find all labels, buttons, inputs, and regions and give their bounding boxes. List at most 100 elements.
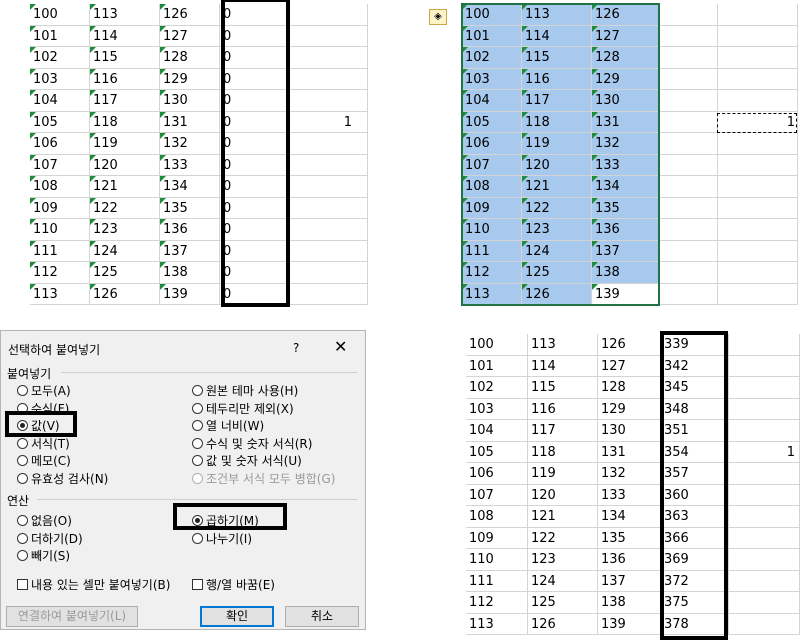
cell[interactable]: 118 [522,111,592,133]
cell[interactable]: 0 [220,47,288,69]
cell[interactable]: 133 [598,484,661,506]
cell[interactable]: 134 [598,506,661,528]
cell[interactable]: 128 [592,47,660,69]
cell[interactable]: 118 [90,111,160,133]
cell[interactable]: 117 [522,90,592,112]
cell[interactable]: 107 [462,154,522,176]
cell[interactable]: 107 [30,154,90,176]
cell[interactable]: 126 [528,613,598,635]
cell[interactable] [718,197,798,219]
cell[interactable]: 126 [598,334,661,356]
cell[interactable]: 108 [30,176,90,198]
cell[interactable]: 130 [160,90,220,112]
cell[interactable]: 132 [592,133,660,155]
operation-option[interactable]: 빼기(S) [17,547,70,564]
cell[interactable]: 121 [528,506,598,528]
cell[interactable] [660,25,718,47]
cell[interactable]: 342 [661,355,729,377]
cell[interactable]: 122 [522,197,592,219]
cell[interactable] [718,47,798,69]
cell[interactable]: 113 [522,4,592,26]
cell[interactable]: 138 [160,262,220,284]
cell[interactable] [660,219,718,241]
cell[interactable] [660,240,718,262]
cell[interactable] [288,283,368,305]
cell[interactable]: 109 [30,197,90,219]
cell[interactable]: 111 [466,570,528,592]
cell[interactable]: 0 [220,176,288,198]
cell[interactable]: 378 [661,613,729,635]
cell[interactable] [729,549,800,571]
cell[interactable]: 136 [160,219,220,241]
cell[interactable]: 129 [592,68,660,90]
cell[interactable]: 100 [30,4,90,26]
cell[interactable]: 124 [528,570,598,592]
cell[interactable]: 131 [160,111,220,133]
cell[interactable]: 348 [661,398,729,420]
cell[interactable]: 133 [160,154,220,176]
cell[interactable]: 105 [466,441,528,463]
cell[interactable]: 119 [90,133,160,155]
cell[interactable]: 0 [220,154,288,176]
cell[interactable]: 112 [462,262,522,284]
cell[interactable]: 106 [462,133,522,155]
cell[interactable]: 357 [661,463,729,485]
cell[interactable]: 101 [466,355,528,377]
cell[interactable]: 102 [462,47,522,69]
cell[interactable]: 354 [661,441,729,463]
cell[interactable]: 0 [220,133,288,155]
cell[interactable]: 114 [90,25,160,47]
cell[interactable]: 0 [220,262,288,284]
cell[interactable] [288,240,368,262]
cell[interactable]: 113 [466,613,528,635]
cell[interactable]: 101 [30,25,90,47]
cell[interactable]: 133 [592,154,660,176]
paste-option[interactable]: 모두(A) [17,382,71,399]
cell[interactable] [729,506,800,528]
paste-option[interactable]: 유효성 검사(N) [17,470,108,487]
cell[interactable] [288,4,368,26]
paste-link-button[interactable]: 연결하여 붙여넣기(L) [6,606,138,627]
cell[interactable] [660,283,718,305]
cell[interactable] [660,154,718,176]
cell[interactable]: 110 [462,219,522,241]
cell[interactable]: 120 [528,484,598,506]
skip-blanks-checkbox[interactable]: 내용 있는 셀만 붙여넣기(B) [17,576,170,593]
cell[interactable]: 0 [220,197,288,219]
cell[interactable] [660,176,718,198]
cell[interactable]: 126 [90,283,160,305]
cell[interactable]: 108 [462,176,522,198]
operation-option[interactable]: 곱하기(M) [192,512,259,529]
cell[interactable]: 121 [90,176,160,198]
cell[interactable]: 125 [522,262,592,284]
cell[interactable]: 100 [462,4,522,26]
cell[interactable]: 103 [462,68,522,90]
cell[interactable] [718,90,798,112]
cell[interactable] [729,570,800,592]
operation-option[interactable]: 없음(O) [17,512,72,529]
cell[interactable]: 112 [466,592,528,614]
cell[interactable]: 135 [592,197,660,219]
cell[interactable] [718,4,798,26]
cell[interactable] [660,90,718,112]
paste-option[interactable]: 원본 테마 사용(H) [192,382,298,399]
paste-option[interactable]: 수식(F) [17,400,69,417]
cell[interactable]: 366 [661,527,729,549]
cell[interactable]: 137 [598,570,661,592]
cell[interactable]: 103 [30,68,90,90]
cell[interactable]: 104 [466,420,528,442]
cell[interactable]: 137 [160,240,220,262]
cell[interactable]: 104 [462,90,522,112]
cell[interactable] [718,176,798,198]
cell[interactable]: 375 [661,592,729,614]
cell[interactable] [729,463,800,485]
cell[interactable]: 139 [160,283,220,305]
cell[interactable]: 139 [598,613,661,635]
cell[interactable]: 0 [220,90,288,112]
cell[interactable] [718,262,798,284]
ok-button[interactable]: 확인 [200,606,274,627]
cell[interactable]: 120 [90,154,160,176]
paste-option[interactable]: 서식(T) [17,435,70,452]
cancel-button[interactable]: 취소 [285,606,359,627]
cell[interactable]: 119 [528,463,598,485]
